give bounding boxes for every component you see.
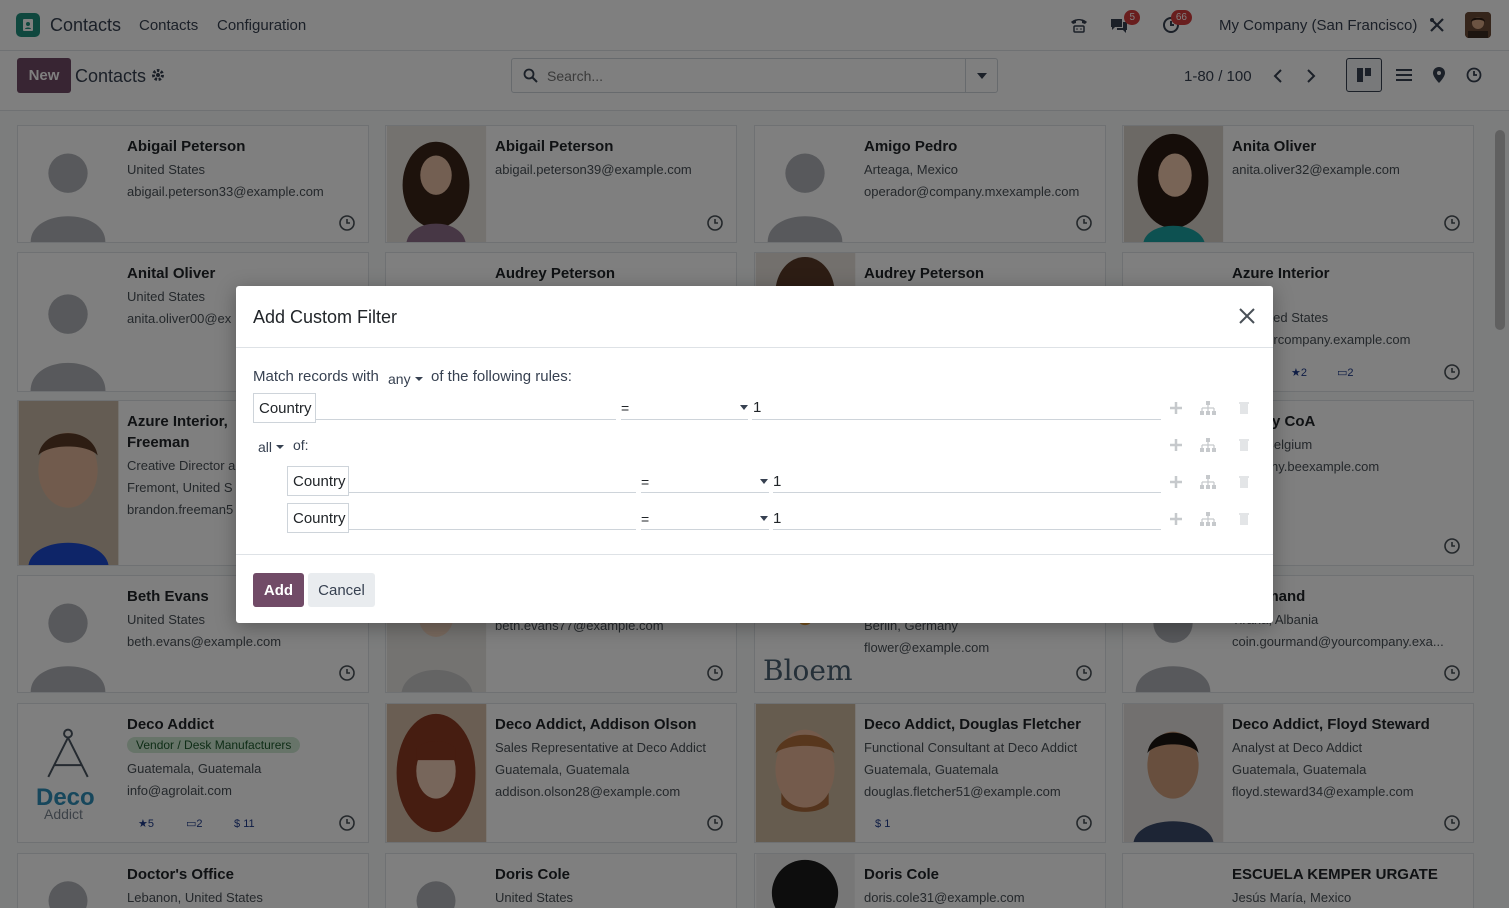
rule-operator-select[interactable]: = [641,511,649,527]
add-rule-icon[interactable] [1168,437,1184,453]
rule-field-select[interactable]: Country [287,503,349,533]
cancel-button[interactable]: Cancel [308,573,375,607]
match-mode-select[interactable]: any [388,371,423,387]
delete-group-icon[interactable] [1236,437,1252,453]
add-branch-icon[interactable] [1200,400,1216,416]
add-branch-icon[interactable] [1200,511,1216,527]
caret-down-icon [276,445,285,449]
add-rule-icon[interactable] [1168,474,1184,490]
dialog-footer: Add Cancel [236,554,1273,623]
delete-rule-icon[interactable] [1236,511,1252,527]
value-underline [752,419,1161,420]
group-mode-value: all [258,439,273,455]
caret-down-icon [760,479,768,484]
dialog-body: Match records with any of the following … [236,348,1273,554]
add-rule-icon[interactable] [1168,400,1184,416]
group-suffix: of: [293,437,309,453]
rule-value-input[interactable]: 1 [773,473,781,490]
operator-underline [641,529,769,530]
value-underline [773,492,1161,493]
rule-field-select[interactable]: Country [287,466,349,496]
match-prefix: Match records with [253,368,379,385]
caret-down-icon [414,377,423,381]
rule-field-path[interactable] [349,529,636,530]
add-rule-icon[interactable] [1168,511,1184,527]
delete-rule-icon[interactable] [1236,474,1252,490]
value-underline [773,529,1161,530]
rule-value-input[interactable]: 1 [773,510,781,527]
dialog-title: Add Custom Filter [253,307,398,327]
operator-underline [641,492,769,493]
match-mode-value: any [388,371,411,387]
add-branch-icon[interactable] [1200,437,1216,453]
add-branch-icon[interactable] [1200,474,1216,490]
rule-field-select[interactable]: Country [253,393,316,423]
delete-rule-icon[interactable] [1236,400,1252,416]
caret-down-icon [760,516,768,521]
operator-underline [621,419,748,420]
dialog-header: Add Custom Filter [236,286,1273,348]
caret-down-icon [740,405,748,410]
rule-field-path[interactable] [316,419,616,420]
close-icon[interactable] [1237,306,1257,326]
match-suffix: of the following rules: [431,368,572,385]
rule-field-path[interactable] [349,492,636,493]
rule-value-input[interactable]: 1 [753,399,761,416]
group-mode-select[interactable]: all [258,439,285,455]
add-button[interactable]: Add [253,573,304,607]
rule-operator-select[interactable]: = [641,474,649,490]
add-custom-filter-dialog: Add Custom Filter Match records with any… [236,286,1273,623]
rule-operator-select[interactable]: = [621,400,629,416]
